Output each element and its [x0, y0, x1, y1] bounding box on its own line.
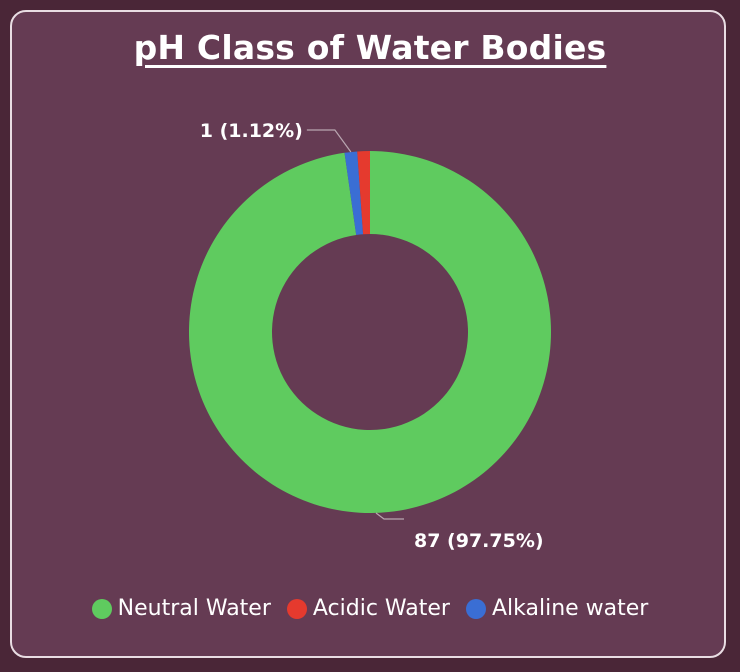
- legend-item-acidic-water[interactable]: Acidic Water: [286, 596, 450, 621]
- legend-item-alkaline-water[interactable]: Alkaline water: [465, 596, 649, 621]
- legend-label: Acidic Water: [312, 596, 450, 621]
- legend-marker-neutral-water: [91, 598, 112, 619]
- donut-chart: 1 (1.12%) 87 (97.75%): [188, 120, 551, 552]
- leader-line-neutral-water: [375, 512, 404, 520]
- leader-line-alkaline-water: [306, 129, 352, 153]
- legend-item-neutral-water[interactable]: Neutral Water: [91, 596, 271, 621]
- legend-label: Neutral Water: [117, 596, 271, 621]
- data-label-alkaline-water: 1 (1.12%): [200, 120, 303, 142]
- data-label-neutral-water: 87 (97.75%): [414, 530, 544, 552]
- donut-slices: [188, 151, 551, 513]
- legend-label: Alkaline water: [491, 596, 649, 621]
- chart-legend: Neutral Water Acidic Water Alkaline water: [0, 596, 740, 621]
- legend-marker-alkaline-water: [465, 598, 486, 619]
- legend-marker-acidic-water: [286, 598, 307, 619]
